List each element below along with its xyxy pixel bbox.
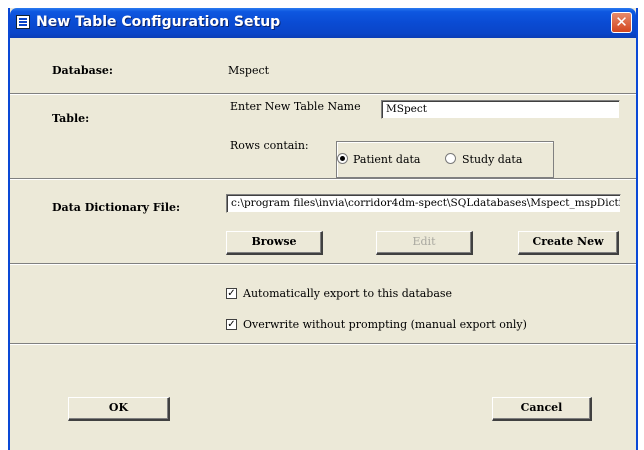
cancel-button[interactable]: Cancel — [492, 397, 592, 421]
study-data-label[interactable]: Study data — [462, 153, 522, 166]
dictionary-path-input[interactable]: c:\program files\invia\corridor4dm-spect… — [226, 194, 621, 213]
browse-button[interactable]: Browse — [226, 231, 323, 255]
data-dictionary-label: Data Dictionary File: — [52, 201, 181, 214]
separator — [10, 93, 636, 95]
patient-data-label[interactable]: Patient data — [353, 153, 421, 166]
overwrite-checkbox[interactable]: ✓ — [226, 319, 237, 330]
rows-contain-label: Rows contain: — [230, 139, 309, 152]
database-value: Mspect — [228, 64, 270, 77]
study-data-radio[interactable] — [445, 153, 456, 164]
overwrite-label[interactable]: Overwrite without prompting (manual expo… — [243, 318, 527, 331]
close-button[interactable]: ✕ — [611, 12, 632, 33]
table-name-input[interactable]: MSpect — [381, 100, 620, 119]
patient-data-radio[interactable] — [337, 153, 348, 164]
database-label: Database: — [52, 64, 113, 77]
title-bar[interactable]: New Table Configuration Setup ✕ — [10, 8, 636, 38]
separator — [10, 343, 636, 345]
table-window-icon — [16, 15, 30, 29]
separator — [10, 178, 636, 180]
window-title: New Table Configuration Setup — [36, 14, 281, 30]
ok-button[interactable]: OK — [68, 397, 170, 421]
dialog-window: New Table Configuration Setup ✕ Database… — [8, 8, 638, 450]
auto-export-checkbox[interactable]: ✓ — [226, 288, 237, 299]
create-new-button[interactable]: Create New — [518, 231, 619, 255]
table-label: Table: — [52, 112, 90, 125]
separator — [10, 263, 636, 265]
auto-export-label[interactable]: Automatically export to this database — [243, 287, 452, 300]
edit-button[interactable]: Edit — [376, 231, 473, 255]
table-name-label: Enter New Table Name — [230, 100, 361, 113]
